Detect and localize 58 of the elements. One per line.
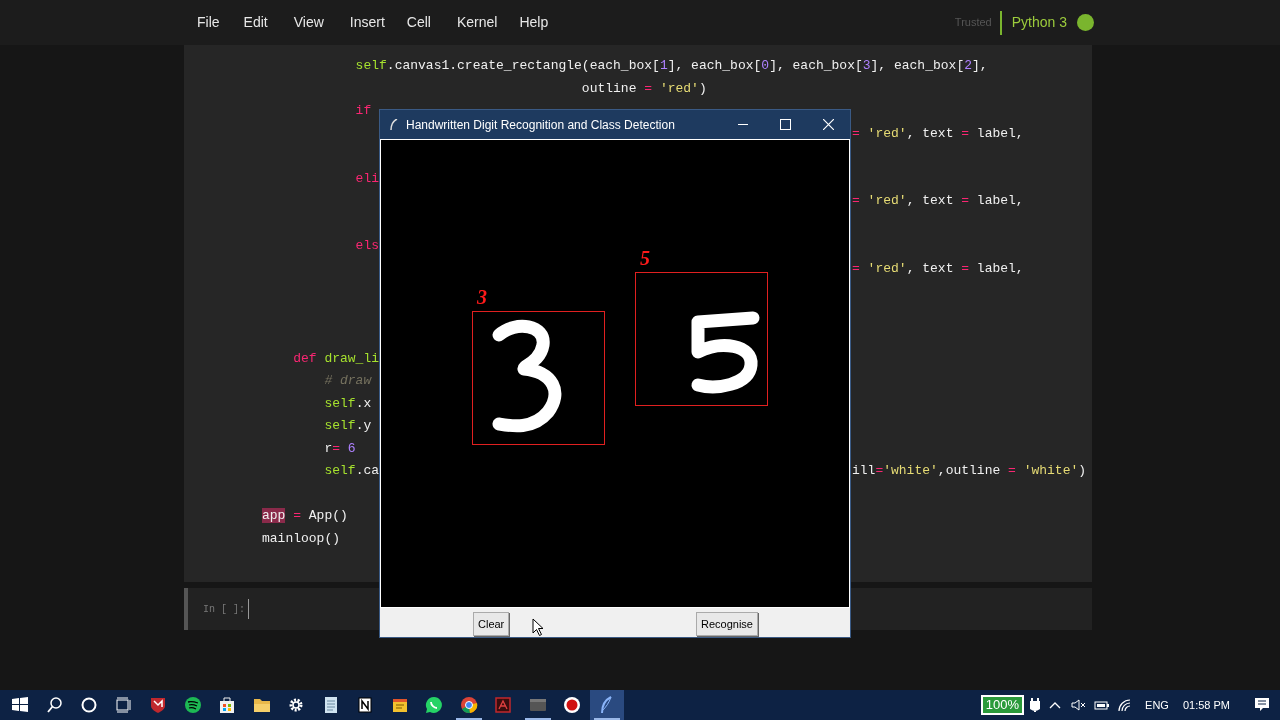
menu-item[interactable]: View: [293, 12, 350, 33]
code-line: = 'red', text = label,: [852, 259, 1024, 278]
code-line: self.canvas1.create_rectangle(each_box[1], each_box[0], each_box[3], each_box[2],: [354, 58, 988, 73]
code-line: ill='white',outline = 'white'): [852, 462, 1087, 480]
menu-item[interactable]: Insert: [349, 12, 407, 33]
battery-icon[interactable]: [1094, 700, 1111, 710]
action-button[interactable]: Recognise: [696, 612, 758, 636]
feather-icon: [390, 118, 398, 131]
close-icon: [823, 119, 834, 130]
menu-item[interactable]: Kernel: [456, 12, 520, 33]
running-indicator: [593, 718, 620, 720]
code-line: self.x: [323, 395, 372, 411]
cell-prompt: In [ ]:: [203, 602, 246, 617]
running-indicator: [455, 718, 482, 720]
search-icon: [44, 695, 65, 715]
record-icon: [562, 695, 583, 715]
code-line: # draw: [323, 373, 372, 388]
plug-icon: [1030, 698, 1041, 712]
taskbar-button[interactable]: [589, 690, 624, 720]
kernel-name: Python 3: [1010, 13, 1068, 32]
clock[interactable]: 01:58 PM: [1182, 696, 1230, 714]
chat-bubble-icon: [424, 695, 445, 715]
running-indicator: [524, 718, 551, 720]
windows-logo-icon: [10, 695, 31, 715]
chevron-up-icon[interactable]: [1049, 701, 1062, 709]
code-line: eli: [354, 170, 380, 186]
notification-icon[interactable]: [1254, 697, 1270, 713]
menu-item[interactable]: Help: [519, 12, 571, 33]
code-line: self.y: [323, 418, 372, 433]
battery-percentage: 100%: [980, 695, 1025, 715]
code-line: outline = 'red'): [580, 80, 707, 96]
task-view-icon: [113, 695, 134, 715]
menu-item[interactable]: Cell: [406, 12, 457, 33]
language-indicator[interactable]: ENG: [1145, 696, 1169, 714]
code-line: if: [354, 103, 372, 118]
code-line: r= 6: [323, 440, 356, 456]
menu-item[interactable]: File: [197, 12, 244, 33]
code-line: els: [354, 238, 380, 253]
box-label: 3: [477, 286, 487, 308]
code-line: self.ca: [323, 463, 380, 478]
browser-icon: [458, 695, 479, 715]
minimize-icon: [737, 124, 748, 125]
box-label: 5: [640, 247, 650, 269]
code-line: app = App(): [262, 508, 348, 523]
document-icon: [493, 695, 514, 715]
maximize-icon: [780, 119, 791, 130]
code-line: = 'red', text = label,: [852, 124, 1024, 143]
code-line: = 'red', text = label,: [852, 192, 1024, 210]
trusted-label: Trusted: [954, 15, 993, 31]
menu-item[interactable]: Edit: [243, 12, 294, 33]
speaker-muted-icon[interactable]: [1071, 699, 1088, 711]
action-button[interactable]: Clear: [473, 612, 510, 636]
drawing-canvas[interactable]: 3 5: [380, 139, 850, 608]
window-title: Handwritten Digit Recognition and Class Detection: [406, 116, 675, 134]
code-line: mainloop(): [262, 530, 340, 546]
mouse-cursor-icon: [532, 618, 544, 636]
music-app-icon: [182, 695, 203, 715]
code-line: def draw_li: [292, 350, 380, 366]
